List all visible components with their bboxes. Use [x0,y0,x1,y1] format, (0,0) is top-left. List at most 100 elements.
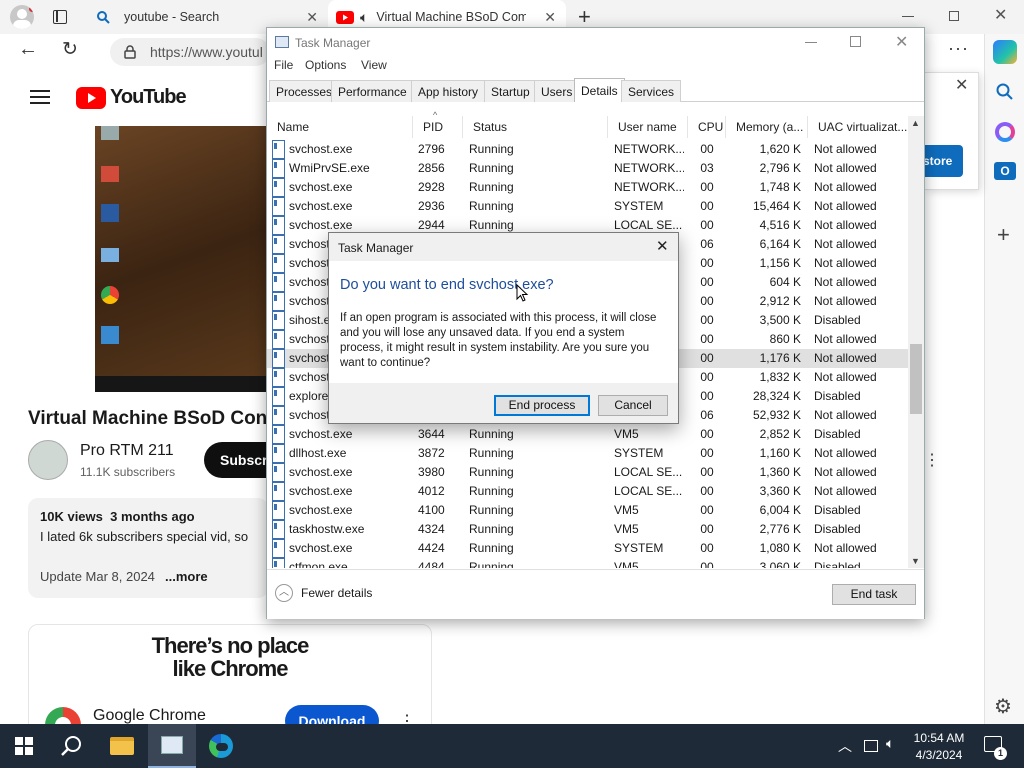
close-tab-icon[interactable]: ✕ [534,9,566,26]
volume-muted-icon[interactable]: 🔈︎ [886,735,894,752]
search-icon[interactable] [995,82,1015,102]
menu-options[interactable]: Options [305,58,346,78]
channel-name[interactable]: Pro RTM 211 [80,442,174,460]
network-icon[interactable] [864,740,878,752]
speaker-icon[interactable]: 🔈︎ [360,9,368,26]
popup-store-button[interactable]: store [919,145,963,177]
description-box[interactable]: 10K views 3 months ago I lated 6k subscr… [28,498,268,598]
col-status[interactable]: Status [463,116,608,138]
process-cell-uac: Not allowed [814,351,877,365]
process-cell-mem: 1,160 K [759,446,801,460]
scroll-up-icon[interactable]: ▲ [911,118,920,128]
video-player[interactable] [95,126,270,392]
notification-count-badge: 1 [994,747,1007,760]
col-pid[interactable]: PID [413,116,463,138]
profile-avatar[interactable] [10,5,34,29]
update-line: Update Mar 8, 2024 [40,569,155,584]
copilot-icon[interactable] [993,40,1017,64]
task-manager-taskbar-button[interactable] [148,724,196,768]
process-row[interactable]: dllhost.exe 3872 Running SYSTEM 00 1,160 K Not… [267,444,908,463]
col-uac[interactable]: UAC virtualizat... [808,116,908,138]
more-options-icon[interactable]: ⋮ [924,450,940,470]
process-cell-user: VM5 [614,560,639,568]
process-cell-cpu: 00 [700,427,714,441]
back-icon[interactable]: ← [18,38,38,61]
tab-app-history[interactable]: App history [411,80,486,102]
clock-date[interactable]: 4/3/2024 [910,748,968,762]
process-cell-uac: Not allowed [814,199,877,213]
office-icon[interactable] [995,122,1015,142]
tab-services[interactable]: Services [621,80,682,102]
channel-avatar[interactable] [28,440,68,480]
fewer-details-toggle[interactable]: ︿ Fewer details [275,584,372,602]
settings-gear-icon[interactable]: ⚙ [994,694,1012,719]
desktop-icon [101,326,119,344]
window-close-icon[interactable]: ✕ [994,5,1007,25]
tm-close-icon[interactable]: ✕ [895,32,908,52]
process-icon [272,539,285,558]
tab-actions-icon[interactable] [53,10,67,24]
process-row[interactable]: svchost.exe 2796 Running NETWORK... 00 1,620 … [267,140,908,159]
window-minimize-icon[interactable] [902,16,914,17]
process-cell-uac: Not allowed [814,218,877,232]
youtube-logo[interactable]: YouTube [76,86,187,109]
process-row[interactable]: taskhostw.exe 4324 Running VM5 00 2,776 K Disa… [267,520,908,539]
menu-file[interactable]: File [274,58,293,78]
hamburger-menu-icon[interactable] [30,90,50,104]
scrollbar-thumb[interactable] [910,344,922,414]
desktop-icon [101,248,119,262]
tab-details[interactable]: Details [574,78,625,102]
more-link[interactable]: ...more [165,569,208,584]
process-row[interactable]: svchost.exe 3980 Running LOCAL SE... 00 1,360… [267,463,908,482]
process-row[interactable]: svchost.exe 2936 Running SYSTEM 00 15,464 K No… [267,197,908,216]
process-cell-cpu: 00 [700,541,714,555]
chrome-ad-card[interactable]: There’s no place like Chrome Google Chro… [28,624,432,734]
col-cpu[interactable]: CPU [688,116,726,138]
process-cell-name: ctfmon.exe [289,560,348,568]
process-row[interactable]: WmiPrvSE.exe 2856 Running NETWORK... 03 2,796… [267,159,908,178]
process-cell-cpu: 00 [700,142,714,156]
tab-users[interactable]: Users [534,80,580,102]
task-manager-titlebar[interactable]: Task Manager ✕ [267,28,924,58]
refresh-icon[interactable]: ↻ [62,38,78,61]
process-cell-name: svchost.exe [289,142,353,156]
edge-taskbar-icon[interactable] [209,734,233,758]
subscribe-button[interactable]: Subscri [204,442,266,478]
tab-performance[interactable]: Performance [331,80,414,102]
url-field[interactable]: https://www.youtul [110,38,270,66]
process-row[interactable]: svchost.exe 4424 Running SYSTEM 00 1,080 K Not… [267,539,908,558]
tm-minimize-icon[interactable] [805,42,817,43]
tab-processes[interactable]: Processes [269,80,340,102]
more-icon[interactable]: ··· [948,38,969,59]
end-task-button[interactable]: End task [832,584,916,605]
process-row[interactable]: ctfmon.exe 4484 Running VM5 00 3,060 K Disable… [267,558,908,568]
dialog-close-icon[interactable]: ✕ [656,237,669,255]
cancel-button[interactable]: Cancel [598,395,668,416]
col-memory[interactable]: Memory (a... [726,116,808,138]
process-row[interactable]: svchost.exe 4100 Running VM5 00 6,004 K Disabl… [267,501,908,520]
col-name[interactable]: Name [267,116,413,138]
process-cell-uac: Not allowed [814,465,877,479]
file-explorer-icon[interactable] [110,737,134,755]
popup-close-icon[interactable]: ✕ [955,75,968,95]
process-cell-cpu: 00 [700,484,714,498]
process-row[interactable]: svchost.exe 4012 Running LOCAL SE... 00 3,360… [267,482,908,501]
menu-view[interactable]: View [361,58,387,78]
add-sidebar-app-icon[interactable]: + [997,222,1010,248]
process-row[interactable]: svchost.exe 3644 Running VM5 00 2,852 K Disabl… [267,425,908,444]
process-list-scrollbar[interactable] [908,116,924,568]
search-icon[interactable] [61,735,83,757]
windows-start-icon[interactable] [15,737,33,755]
col-user-name[interactable]: User name [608,116,688,138]
outlook-icon[interactable]: O [994,162,1016,180]
process-row[interactable]: svchost.exe 2928 Running NETWORK... 00 1,748 … [267,178,908,197]
end-process-button[interactable]: End process [494,395,590,416]
tray-chevron-icon[interactable]: ︿ [838,736,852,756]
tab-startup[interactable]: Startup [484,80,537,102]
clock-time[interactable]: 10:54 AM [910,731,968,745]
close-tab-icon[interactable]: ✕ [296,9,328,26]
window-restore-icon[interactable] [949,11,959,21]
scroll-down-icon[interactable]: ▼ [911,556,920,566]
tm-maximize-icon[interactable] [850,36,861,47]
process-cell-uac: Disabled [814,560,861,568]
